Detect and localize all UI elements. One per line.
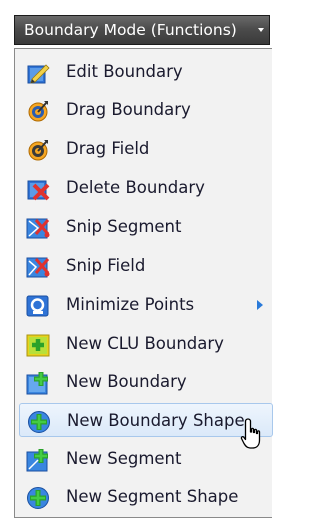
menu-item-label: Drag Boundary <box>66 100 191 119</box>
menu-item-label: New Segment <box>66 449 182 468</box>
dropdown-arrow-icon[interactable] <box>258 28 264 32</box>
menu-item-label: New Boundary <box>66 372 187 391</box>
drag-boundary-icon <box>28 101 48 122</box>
menu-item-label: Minimize Points <box>66 295 195 314</box>
menu-item-new-boundary-shape[interactable]: New Boundary Shape <box>19 403 273 437</box>
edit-boundary-icon <box>27 64 50 84</box>
menu-item-delete-boundary[interactable]: Delete Boundary <box>19 171 273 205</box>
new-boundary-shape-icon <box>28 411 50 433</box>
menu-item-label: Delete Boundary <box>66 178 205 197</box>
menu-item-snip-segment[interactable]: Snip Segment <box>19 210 273 244</box>
new-segment-icon <box>26 449 48 472</box>
dropdown-label: Boundary Mode (Functions) <box>24 21 237 39</box>
menu-item-new-boundary[interactable]: New Boundary <box>19 365 273 399</box>
new-segment-shape-icon <box>27 487 49 509</box>
submenu-arrow-icon <box>257 300 263 310</box>
snip-field-icon <box>26 257 50 278</box>
drag-field-icon <box>28 140 48 161</box>
new-boundary-icon <box>26 372 48 395</box>
boundary-mode-dropdown[interactable]: Boundary Mode (Functions) <box>14 15 270 45</box>
menu-item-snip-field[interactable]: Snip Field <box>19 249 273 283</box>
new-clu-boundary-icon <box>26 334 50 357</box>
menu-item-new-segment[interactable]: New Segment <box>19 442 273 476</box>
screenshot-root: Boundary Mode (Functions) Edit Boundary <box>0 0 273 520</box>
hand-pointer-icon <box>240 418 261 449</box>
menu-item-edit-boundary[interactable]: Edit Boundary <box>19 55 273 89</box>
menu-item-drag-boundary[interactable]: Drag Boundary <box>19 93 273 127</box>
menu-item-minimize-points[interactable]: Minimize Points <box>19 288 273 322</box>
menu-item-label: Snip Field <box>66 256 146 275</box>
menu-item-new-clu-boundary[interactable]: New CLU Boundary <box>19 327 273 361</box>
menu-item-label: New CLU Boundary <box>66 334 224 353</box>
menu-item-label: Drag Field <box>66 139 150 158</box>
menu-item-drag-field[interactable]: Drag Field <box>19 132 273 166</box>
minimize-points-icon <box>26 295 49 317</box>
menu-item-label: Snip Segment <box>66 217 182 236</box>
menu-item-label: Edit Boundary <box>66 62 183 81</box>
dropdown-menu: Edit Boundary Drag Boundary Drag Field D… <box>14 48 273 518</box>
menu-item-label: New Segment Shape <box>66 487 239 506</box>
menu-item-new-segment-shape[interactable]: New Segment Shape <box>19 480 273 514</box>
menu-item-label: New Boundary Shape <box>67 411 245 430</box>
delete-boundary-icon <box>27 180 50 201</box>
snip-segment-icon <box>26 218 50 239</box>
